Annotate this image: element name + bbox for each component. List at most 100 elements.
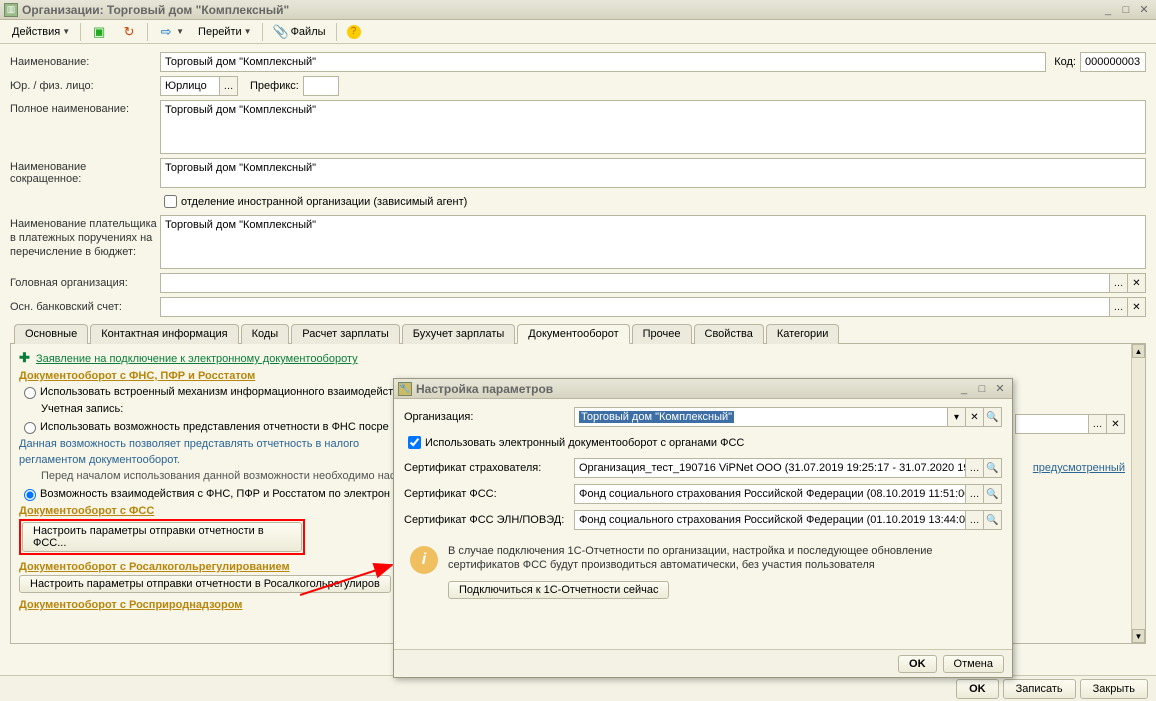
account-select-button[interactable]: …: [1088, 415, 1106, 433]
dialog-org-open-button[interactable]: 🔍: [984, 407, 1002, 427]
tab-docflow[interactable]: Документооборот: [517, 324, 629, 344]
shortname-label: Наименование сокращенное:: [10, 158, 160, 185]
main-ok-button[interactable]: OK: [956, 679, 999, 699]
foreign-branch-label: отделение иностранной организации (завис…: [181, 196, 467, 208]
dialog-org-dropdown-icon[interactable]: ▾: [948, 407, 966, 427]
plus-icon: ✚: [19, 350, 30, 365]
dialog-cert3-label: Сертификат ФСС ЭЛН/ПОВЭД:: [404, 514, 574, 526]
head-org-clear-button[interactable]: ✕: [1127, 274, 1145, 292]
bank-input[interactable]: [161, 298, 1109, 316]
help-icon[interactable]: ?: [341, 23, 367, 41]
content-scrollbar[interactable]: ▲ ▼: [1131, 344, 1145, 643]
tab-main[interactable]: Основные: [14, 324, 88, 344]
dialog-cert3-open-button[interactable]: 🔍: [984, 510, 1002, 530]
window-controls: _ □ ✕: [1100, 3, 1152, 17]
head-org-select-button[interactable]: …: [1109, 274, 1127, 292]
connect-edo-link[interactable]: Заявление на подключение к электронному …: [36, 353, 358, 365]
tab-codes[interactable]: Коды: [241, 324, 290, 344]
tab-strip: Основные Контактная информация Коды Расч…: [10, 323, 1146, 344]
dialog-org-clear-button[interactable]: ✕: [966, 407, 984, 427]
dialog-cancel-button[interactable]: Отмена: [943, 655, 1004, 673]
fss-settings-button[interactable]: Настроить параметры отправки отчетности …: [22, 522, 302, 552]
dialog-ok-button[interactable]: OK: [898, 655, 937, 673]
dialog-minimize-button[interactable]: _: [956, 382, 972, 396]
info-icon: i: [410, 546, 438, 574]
dialog-restore-button[interactable]: □: [974, 382, 990, 396]
radio-represent[interactable]: [24, 422, 36, 434]
tab-categories[interactable]: Категории: [766, 324, 840, 344]
person-label: Юр. / физ. лицо:: [10, 80, 160, 92]
tab-accounting[interactable]: Бухучет зарплаты: [402, 324, 516, 344]
tab-other[interactable]: Прочее: [632, 324, 692, 344]
close-button[interactable]: ✕: [1136, 3, 1152, 17]
settings-dialog: 🔧 Настройка параметров _ □ ✕ Организация…: [393, 378, 1013, 678]
dialog-footer: OK Отмена: [394, 649, 1012, 677]
bank-select-button[interactable]: …: [1109, 298, 1127, 316]
scroll-up-arrow[interactable]: ▲: [1132, 344, 1145, 358]
payer-input[interactable]: Торговый дом "Комплексный": [160, 215, 1146, 269]
prefix-input[interactable]: [303, 76, 339, 96]
person-select-button[interactable]: …: [220, 76, 238, 96]
dialog-use-edo-checkbox[interactable]: [408, 436, 421, 449]
dialog-cert2-select-button[interactable]: …: [966, 484, 984, 504]
foreign-branch-checkbox[interactable]: [164, 195, 177, 208]
tb-refresh-icon[interactable]: ↻: [115, 22, 143, 42]
bank-label: Осн. банковский счет:: [10, 301, 160, 313]
toolbar: Действия▼ ▣ ↻ ⇨▼ Перейти▼ 📎Файлы ?: [0, 20, 1156, 44]
minimize-button[interactable]: _: [1100, 3, 1116, 17]
actions-menu[interactable]: Действия▼: [6, 24, 76, 40]
dialog-titlebar: 🔧 Настройка параметров _ □ ✕: [394, 379, 1012, 399]
code-label: Код:: [1054, 56, 1076, 68]
dialog-icon: 🔧: [398, 382, 412, 396]
account-clear-button[interactable]: ✕: [1106, 415, 1124, 433]
account-input[interactable]: [1016, 415, 1088, 433]
tab-payroll[interactable]: Расчет зарплаты: [291, 324, 400, 344]
dialog-cert2-label: Сертификат ФСС:: [404, 488, 574, 500]
app-icon: ▥: [4, 3, 18, 17]
dialog-org-label: Организация:: [404, 411, 574, 423]
radio-electronic[interactable]: [24, 489, 36, 501]
main-save-button[interactable]: Записать: [1003, 679, 1076, 699]
radio-electronic-label: Возможность взаимодействия с ФНС, ПФР и …: [40, 488, 390, 500]
dialog-cert2-open-button[interactable]: 🔍: [984, 484, 1002, 504]
dialog-cert3-select-button[interactable]: …: [966, 510, 984, 530]
connect-1c-button[interactable]: Подключиться к 1С-Отчетности сейчас: [448, 581, 669, 599]
highlight-box: Настроить параметры отправки отчетности …: [19, 519, 305, 555]
restore-button[interactable]: □: [1118, 3, 1134, 17]
prefix-label: Префикс:: [250, 80, 299, 92]
fullname-input[interactable]: Торговый дом "Комплексный": [160, 100, 1146, 154]
dialog-cert1-select-button[interactable]: …: [966, 458, 984, 478]
dialog-org-input[interactable]: Торговый дом "Комплексный": [574, 407, 948, 427]
tb-save-icon[interactable]: ▣: [85, 22, 113, 42]
tab-contacts[interactable]: Контактная информация: [90, 324, 238, 344]
radio-represent-label: Использовать возможность представления о…: [40, 421, 389, 433]
dialog-cert2-input[interactable]: Фонд социального страхования Российской …: [574, 484, 966, 504]
dialog-close-button[interactable]: ✕: [992, 382, 1008, 396]
name-input[interactable]: [160, 52, 1046, 72]
person-input[interactable]: [160, 76, 220, 96]
fullname-label: Полное наименование:: [10, 100, 160, 115]
code-input[interactable]: [1080, 52, 1146, 72]
shortname-input[interactable]: Торговый дом "Комплексный": [160, 158, 1146, 188]
account-label: Учетная запись:: [41, 403, 141, 415]
dialog-cert1-open-button[interactable]: 🔍: [984, 458, 1002, 478]
tb-nav-icon[interactable]: ⇨▼: [152, 22, 190, 42]
head-org-input[interactable]: [161, 274, 1109, 292]
go-menu[interactable]: Перейти▼: [192, 24, 258, 40]
files-button[interactable]: 📎Файлы: [267, 22, 332, 42]
payer-label: Наименование плательщика в платежных пор…: [10, 215, 160, 259]
dialog-cert1-label: Сертификат страхователя:: [404, 462, 574, 474]
radio-builtin[interactable]: [24, 387, 36, 399]
tab-properties[interactable]: Свойства: [694, 324, 764, 344]
represent-trailing-link[interactable]: предусмотренный: [1033, 462, 1125, 474]
dialog-title: Настройка параметров: [416, 382, 956, 396]
scroll-down-arrow[interactable]: ▼: [1132, 629, 1145, 643]
dialog-cert3-input[interactable]: Фонд социального страхования Российской …: [574, 510, 966, 530]
window-title: Организации: Торговый дом "Комплексный": [22, 3, 1100, 17]
radio-builtin-label: Использовать встроенный механизм информа…: [40, 386, 393, 398]
main-close-button[interactable]: Закрыть: [1080, 679, 1148, 699]
name-label: Наименование:: [10, 56, 160, 68]
dialog-cert1-input[interactable]: Организация_тест_190716 ViPNet ООО (31.0…: [574, 458, 966, 478]
bank-clear-button[interactable]: ✕: [1127, 298, 1145, 316]
alcohol-settings-button[interactable]: Настроить параметры отправки отчетности …: [19, 575, 391, 593]
